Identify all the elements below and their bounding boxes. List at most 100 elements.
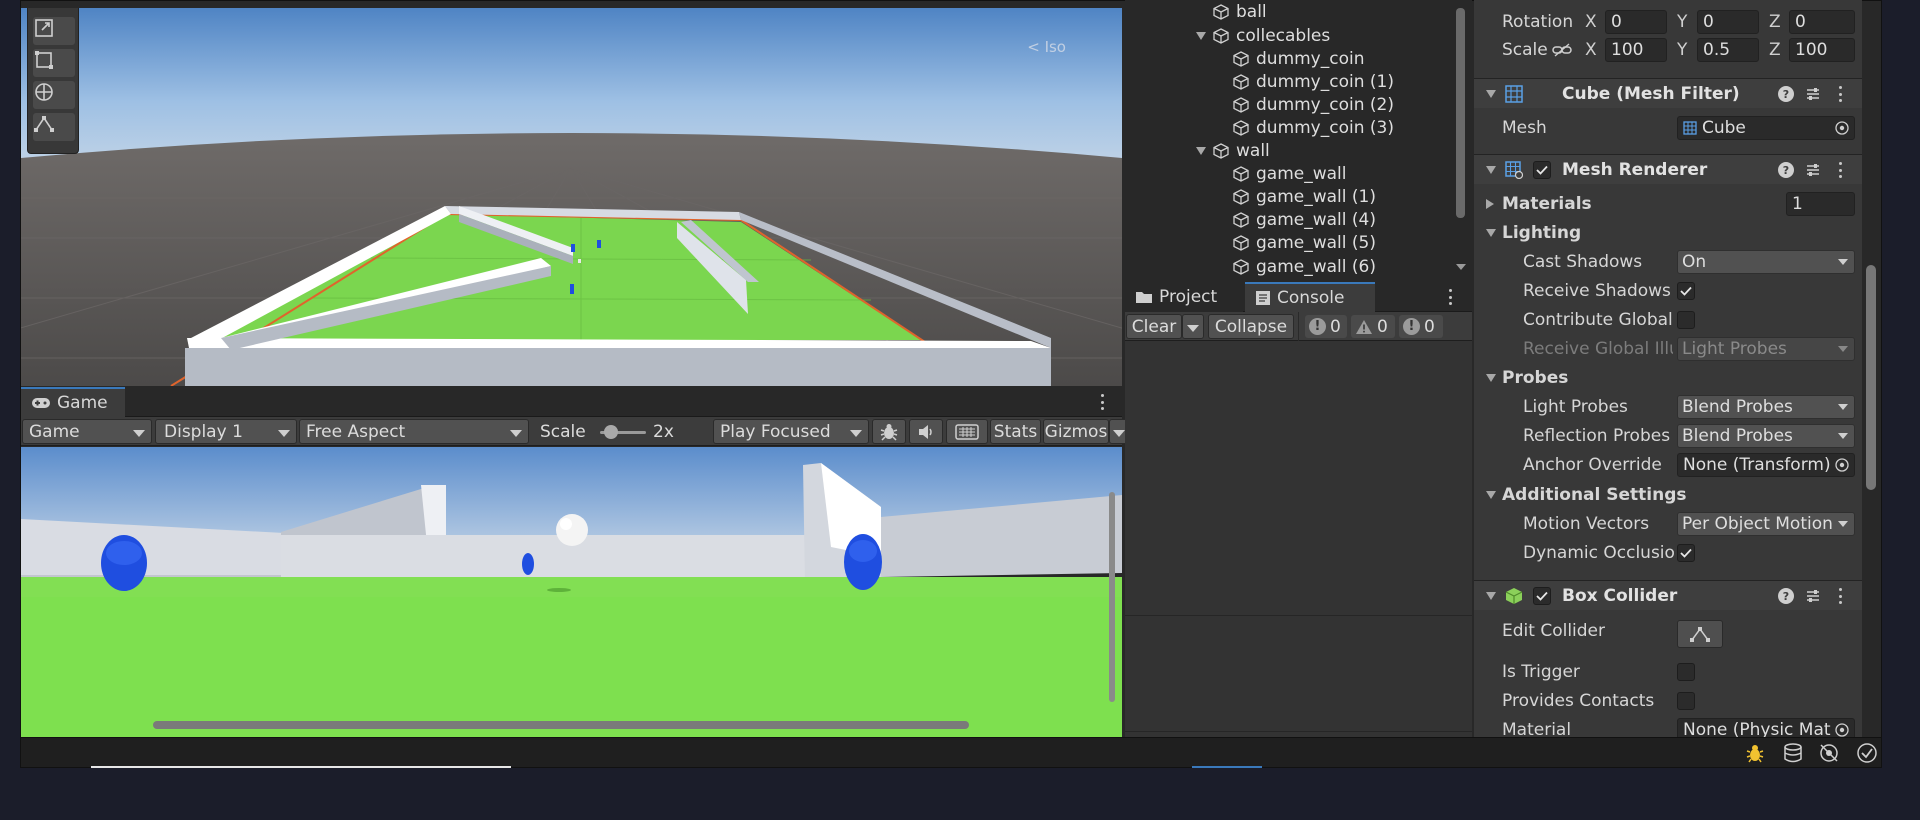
mute-audio-button[interactable] bbox=[909, 419, 943, 444]
help-icon[interactable]: ? bbox=[1778, 588, 1794, 604]
fold-arrow-icon[interactable] bbox=[1486, 229, 1496, 237]
reflection-probes-dropdown[interactable]: Blend Probes bbox=[1677, 424, 1855, 448]
presets-sliders-icon[interactable] bbox=[1805, 588, 1821, 604]
hierarchy-scroll-down-arrow[interactable] bbox=[1456, 264, 1466, 270]
box-collider-enabled-checkbox[interactable] bbox=[1533, 587, 1551, 605]
hierarchy-item-collecables[interactable]: collecables bbox=[1196, 24, 1330, 47]
game-view[interactable] bbox=[21, 447, 1122, 737]
clear-button[interactable]: Clear bbox=[1126, 314, 1182, 339]
game-mode-dropdown[interactable]: Game bbox=[22, 419, 152, 444]
console-log-list[interactable] bbox=[1125, 341, 1472, 737]
scene-viewport-render[interactable] bbox=[21, 8, 1122, 386]
play-mode-dropdown[interactable]: Play Focused bbox=[713, 419, 869, 444]
hierarchy-item-dummy-coin[interactable]: dummy_coin bbox=[1232, 47, 1365, 70]
debug-mode-icon[interactable] bbox=[1744, 742, 1766, 764]
edit-collider-button[interactable] bbox=[1677, 620, 1723, 648]
rotation-x-field[interactable]: 0 bbox=[1605, 10, 1667, 34]
rect-tool-button[interactable] bbox=[33, 49, 75, 77]
fold-arrow-icon[interactable] bbox=[1486, 374, 1496, 382]
mesh-renderer-header[interactable]: Mesh Renderer ? bbox=[1474, 154, 1862, 184]
anchor-override-object-field[interactable]: None (Transform) bbox=[1677, 453, 1855, 477]
scale-x-field[interactable]: 100 bbox=[1605, 38, 1667, 62]
checkmark-circle-icon[interactable] bbox=[1856, 742, 1878, 764]
presets-sliders-icon[interactable] bbox=[1805, 86, 1821, 102]
aspect-dropdown[interactable]: Free Aspect bbox=[299, 419, 529, 444]
probes-section[interactable]: Probes bbox=[1474, 364, 1862, 392]
game-view-horizontal-scrollbar[interactable] bbox=[153, 721, 969, 729]
scene-view[interactable]: < Iso bbox=[21, 8, 1122, 386]
warning-count-toggle[interactable]: 0 bbox=[1351, 315, 1395, 338]
scale-slider-thumb[interactable] bbox=[604, 425, 618, 439]
provides-contacts-checkbox[interactable] bbox=[1677, 692, 1695, 710]
console-menu-button[interactable] bbox=[1446, 287, 1454, 307]
display-dropdown[interactable]: Display 1 bbox=[155, 419, 297, 444]
scale-y-field[interactable]: 0.5 bbox=[1697, 38, 1759, 62]
fold-arrow-icon[interactable] bbox=[1486, 199, 1494, 209]
cache-server-icon[interactable] bbox=[1782, 742, 1804, 764]
expand-arrow-icon[interactable] bbox=[1196, 31, 1206, 40]
contribute-gi-checkbox[interactable] bbox=[1677, 311, 1695, 329]
gizmos-toggle-button[interactable]: Gizmos bbox=[1043, 419, 1109, 444]
scale-z-field[interactable]: 100 bbox=[1789, 38, 1855, 62]
box-collider-header[interactable]: Box Collider ? bbox=[1474, 580, 1862, 610]
motion-vectors-dropdown[interactable]: Per Object Motion bbox=[1677, 512, 1855, 536]
object-picker-icon[interactable] bbox=[1835, 723, 1849, 737]
stats-button[interactable]: Stats bbox=[990, 419, 1041, 444]
scale-tool-button[interactable] bbox=[33, 17, 75, 45]
custom-editor-tool-button[interactable] bbox=[33, 113, 75, 141]
mesh-renderer-enabled-checkbox[interactable] bbox=[1533, 161, 1551, 179]
error-count-toggle[interactable]: ! 0 bbox=[1399, 315, 1443, 338]
dynamic-occlusion-checkbox[interactable] bbox=[1677, 544, 1695, 562]
frame-debugger-button[interactable] bbox=[872, 419, 906, 444]
rotation-z-field[interactable]: 0 bbox=[1789, 10, 1855, 34]
inspector-scrollbar[interactable] bbox=[1866, 265, 1876, 490]
clear-options-dropdown[interactable] bbox=[1182, 314, 1204, 339]
cast-shadows-dropdown[interactable]: On bbox=[1677, 250, 1855, 274]
log-count-toggle[interactable]: ! 0 bbox=[1305, 315, 1347, 338]
game-panel-menu-button[interactable] bbox=[1098, 392, 1106, 412]
hierarchy-item-game-wall[interactable]: game_wall bbox=[1232, 162, 1347, 185]
tab-game[interactable]: Game bbox=[21, 387, 125, 417]
rotation-y-field[interactable]: 0 bbox=[1697, 10, 1759, 34]
physic-material-object-field[interactable]: None (Physic Mat bbox=[1677, 718, 1855, 737]
hierarchy-item-game-wall-5[interactable]: game_wall (5) bbox=[1232, 231, 1376, 254]
tab-project[interactable]: Project bbox=[1125, 282, 1243, 312]
is-trigger-checkbox[interactable] bbox=[1677, 663, 1695, 681]
hierarchy-item-dummy-coin-3[interactable]: dummy_coin (3) bbox=[1232, 116, 1394, 139]
help-icon[interactable]: ? bbox=[1778, 86, 1794, 102]
keyboard-shortcuts-button[interactable] bbox=[946, 419, 988, 444]
fold-arrow-icon[interactable] bbox=[1486, 491, 1496, 499]
hierarchy-scrollbar[interactable] bbox=[1456, 8, 1465, 218]
hierarchy-item-game-wall-1[interactable]: game_wall (1) bbox=[1232, 185, 1376, 208]
auto-generate-lighting-icon[interactable] bbox=[1818, 742, 1840, 764]
constrain-proportions-link-icon[interactable] bbox=[1552, 43, 1572, 57]
light-probes-dropdown[interactable]: Blend Probes bbox=[1677, 395, 1855, 419]
hierarchy-item-game-wall-6[interactable]: game_wall (6) bbox=[1232, 255, 1376, 278]
lighting-section[interactable]: Lighting bbox=[1474, 219, 1862, 247]
additional-settings-section[interactable]: Additional Settings bbox=[1474, 481, 1862, 509]
hierarchy-item-game-wall-4[interactable]: game_wall (4) bbox=[1232, 208, 1376, 231]
tab-console[interactable]: Console bbox=[1245, 282, 1375, 312]
scene-orientation-label[interactable]: < Iso bbox=[1027, 38, 1066, 56]
expand-arrow-icon[interactable] bbox=[1196, 146, 1206, 155]
component-menu-button[interactable] bbox=[1836, 160, 1844, 180]
component-menu-button[interactable] bbox=[1836, 586, 1844, 606]
component-menu-button[interactable] bbox=[1836, 84, 1844, 104]
hierarchy-item-dummy-coin-2[interactable]: dummy_coin (2) bbox=[1232, 93, 1394, 116]
materials-row[interactable]: Materials 1 bbox=[1474, 190, 1862, 218]
hierarchy-item-ball[interactable]: ball bbox=[1212, 0, 1267, 23]
fold-arrow-icon[interactable] bbox=[1486, 166, 1496, 174]
fold-arrow-icon[interactable] bbox=[1486, 90, 1496, 98]
materials-size-field[interactable]: 1 bbox=[1786, 192, 1855, 216]
transform-tool-button[interactable] bbox=[33, 81, 75, 109]
mesh-filter-header[interactable]: Cube (Mesh Filter) ? bbox=[1474, 78, 1862, 108]
object-picker-icon[interactable] bbox=[1835, 121, 1849, 135]
hierarchy-item-dummy-coin-1[interactable]: dummy_coin (1) bbox=[1232, 70, 1394, 93]
help-icon[interactable]: ? bbox=[1778, 162, 1794, 178]
fold-arrow-icon[interactable] bbox=[1486, 592, 1496, 600]
game-view-vertical-scrollbar[interactable] bbox=[1109, 492, 1115, 702]
mesh-object-field[interactable]: Cube bbox=[1677, 116, 1855, 140]
hierarchy-item-wall[interactable]: wall bbox=[1196, 139, 1270, 162]
collapse-toggle[interactable]: Collapse bbox=[1208, 314, 1294, 339]
presets-sliders-icon[interactable] bbox=[1805, 162, 1821, 178]
